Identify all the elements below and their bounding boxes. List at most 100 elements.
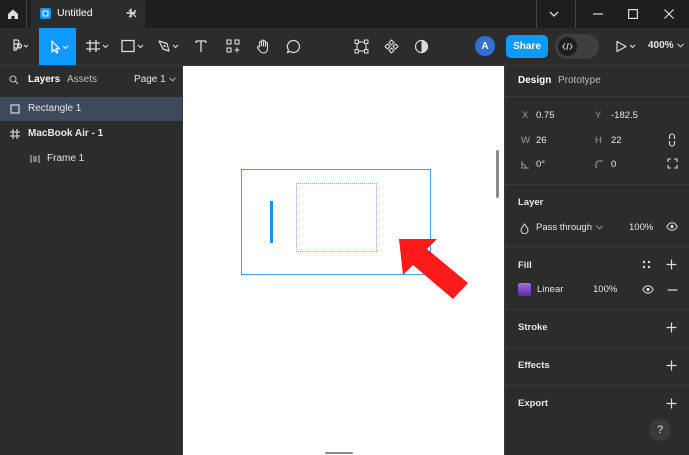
page-selector[interactable]: Page 1	[134, 74, 176, 85]
maximize-icon	[628, 9, 638, 19]
h-input[interactable]: 22	[611, 135, 622, 146]
page-selector-label: Page 1	[134, 74, 166, 85]
comment-bubble-icon	[286, 39, 301, 54]
fill-opacity-input[interactable]: 100%	[593, 284, 617, 295]
independent-corners-icon[interactable]	[667, 158, 678, 169]
new-tab-button[interactable]	[123, 5, 139, 21]
horizontal-scrollbar[interactable]	[325, 452, 353, 454]
eye-icon[interactable]	[666, 222, 678, 231]
text-cursor-caret	[270, 201, 273, 243]
pen-icon	[156, 39, 182, 53]
resources-tool-button[interactable]	[220, 28, 246, 64]
chevron-down-icon	[596, 225, 603, 230]
zoom-menu[interactable]: 400%	[648, 40, 684, 51]
edit-object-button[interactable]	[348, 28, 374, 64]
tab-prototype[interactable]: Prototype	[558, 75, 601, 86]
tab-design[interactable]: Design	[518, 75, 551, 86]
effects-section-heading: Effects	[518, 360, 550, 371]
w-input[interactable]: 26	[536, 135, 547, 146]
layer-row-frame-macbook[interactable]: MacBook Air - 1	[0, 122, 182, 146]
red-arrow-annotation	[393, 231, 473, 301]
figma-logo-icon	[11, 39, 29, 53]
x-input[interactable]: 0.75	[536, 110, 555, 121]
divider	[26, 0, 27, 28]
tab-layers[interactable]: Layers	[28, 74, 60, 85]
layer-row-frame-1[interactable]: Frame 1	[0, 147, 182, 171]
comment-tool-button[interactable]	[280, 28, 306, 64]
hand-icon	[256, 38, 270, 54]
window-close-button[interactable]	[661, 6, 677, 22]
pen-tool-button[interactable]	[152, 28, 186, 64]
mask-button[interactable]	[408, 28, 434, 64]
add-fill-plus-icon[interactable]	[666, 259, 678, 271]
frame-hash-icon	[84, 39, 110, 53]
close-icon	[664, 9, 674, 19]
chevron-down-icon	[168, 77, 176, 82]
dev-mode-toggle[interactable]	[555, 34, 599, 59]
layers-panel: Layers Assets Page 1 Rectangle 1 MacBook…	[0, 66, 183, 455]
layer-label: MacBook Air - 1	[28, 128, 104, 139]
divider	[505, 246, 689, 247]
components-grid-icon	[226, 39, 240, 53]
search-icon[interactable]	[9, 75, 19, 85]
share-button[interactable]: Share	[506, 35, 548, 58]
title-bar: Untitled	[0, 0, 689, 28]
stroke-section-heading: Stroke	[518, 322, 548, 333]
fill-swatch[interactable]	[518, 283, 531, 296]
rotation-input[interactable]: 0°	[536, 159, 545, 170]
properties-panel: Design Prototype X 0.75 Y -182.5 W 26 H …	[504, 66, 689, 455]
user-avatar[interactable]: A	[475, 36, 495, 56]
autolayout-icon	[30, 154, 40, 164]
canvas[interactable]	[183, 66, 504, 455]
export-section-heading: Export	[518, 398, 549, 409]
tab-assets[interactable]: Assets	[67, 74, 97, 85]
tab-title: Untitled	[57, 7, 93, 19]
add-effect-plus-icon[interactable]	[666, 360, 678, 372]
blend-mode-select[interactable]: Pass through	[536, 222, 603, 233]
main-menu-button[interactable]	[4, 28, 36, 64]
maximize-button[interactable]	[625, 6, 641, 22]
divider	[505, 184, 689, 185]
home-icon	[7, 8, 19, 20]
x-label: X	[522, 110, 529, 121]
hand-tool-button[interactable]	[250, 28, 276, 64]
vertical-scrollbar[interactable]	[496, 150, 499, 198]
code-brackets-icon	[562, 42, 573, 51]
text-t-icon	[195, 39, 207, 53]
text-tool-button[interactable]	[188, 28, 214, 64]
window-menu-button[interactable]	[546, 6, 562, 22]
fill-section-heading: Fill	[518, 260, 532, 271]
add-export-plus-icon[interactable]	[666, 398, 678, 410]
toggle-knob	[558, 37, 577, 56]
minimize-button[interactable]	[590, 6, 606, 22]
add-stroke-plus-icon[interactable]	[666, 322, 678, 334]
frame-tool-button[interactable]	[80, 28, 114, 64]
help-button[interactable]: ?	[649, 419, 671, 441]
styles-grid-icon[interactable]	[642, 260, 651, 269]
y-input[interactable]: -182.5	[611, 110, 638, 121]
divider	[505, 347, 689, 348]
minimize-icon	[593, 13, 603, 15]
create-component-button[interactable]	[378, 28, 404, 64]
move-tool-button[interactable]	[39, 28, 76, 65]
constrain-proportions-icon[interactable]	[667, 133, 677, 147]
layer-opacity-input[interactable]: 100%	[629, 222, 653, 233]
frame-hash-icon	[10, 129, 20, 139]
shape-tool-button[interactable]	[116, 28, 150, 64]
home-button[interactable]	[0, 0, 26, 28]
layer-row-rectangle[interactable]: Rectangle 1	[0, 97, 182, 121]
fill-type[interactable]: Linear	[537, 284, 563, 295]
layer-label: Frame 1	[47, 153, 85, 164]
rectangle-icon	[10, 104, 20, 114]
corner-radius-input[interactable]: 0	[611, 159, 616, 170]
eye-icon[interactable]	[642, 285, 654, 294]
plus-icon	[126, 8, 136, 18]
present-button[interactable]	[610, 28, 642, 64]
zoom-level: 400%	[648, 40, 674, 51]
rectangle-hover-outline[interactable]	[296, 183, 377, 252]
h-label: H	[595, 135, 602, 146]
blend-drop-icon	[520, 223, 529, 234]
remove-fill-minus-icon[interactable]	[667, 289, 678, 291]
figma-file-icon	[40, 8, 51, 19]
blend-mode-value: Pass through	[536, 222, 592, 233]
